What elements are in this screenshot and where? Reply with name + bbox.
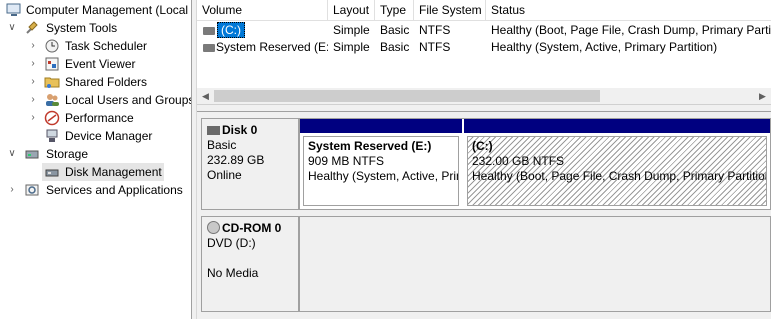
performance-icon: [44, 110, 60, 126]
services-icon: [24, 182, 40, 198]
tree-item-label: Local Users and Groups: [65, 93, 191, 107]
device-manager-icon: [44, 128, 60, 144]
cdrom-0-info[interactable]: CD-ROM 0 DVD (D:) No Media: [201, 216, 299, 312]
tree-item-computer-management[interactable]: Computer Management (Local: [0, 1, 191, 19]
scroll-left-icon[interactable]: ◀: [197, 88, 214, 104]
layout-cell: Simple: [333, 40, 370, 54]
volume-icon: [203, 27, 215, 35]
tools-icon: [24, 20, 40, 36]
column-header-status[interactable]: Status: [486, 0, 771, 21]
partition-bar: [464, 119, 770, 133]
tree-item-label: Device Manager: [65, 129, 153, 143]
disk-0-partitions: System Reserved (E:) 909 MB NTFS Healthy…: [299, 118, 771, 210]
clock-icon: [44, 38, 60, 54]
chevron-right-icon[interactable]: ›: [28, 55, 38, 73]
scroll-right-icon[interactable]: ▶: [754, 88, 771, 104]
partition-body: System Reserved (E:) 909 MB NTFS Healthy…: [303, 136, 459, 206]
partition-name: System Reserved (E:): [308, 139, 432, 153]
type-cell: Basic: [380, 40, 410, 54]
disk-state: Online: [207, 168, 242, 182]
tree-item-label: Task Scheduler: [65, 39, 148, 53]
tree-item-storage[interactable]: ∨ Storage: [0, 145, 191, 163]
cdrom-icon: [207, 221, 220, 234]
chevron-down-icon[interactable]: ∨: [7, 145, 17, 163]
volume-cell: (C:): [217, 22, 327, 39]
type-cell: Basic: [380, 23, 410, 37]
scrollbar-thumb[interactable]: [214, 90, 600, 102]
partition-c[interactable]: (C:) 232.00 GB NTFS Healthy (Boot, Page …: [464, 119, 770, 209]
users-icon: [44, 92, 60, 108]
disk-size: 232.89 GB: [207, 153, 265, 167]
tree-item-label: Computer Management (Local: [26, 3, 189, 17]
column-header-layout[interactable]: Layout: [328, 0, 375, 21]
column-header-file-system[interactable]: File System: [414, 0, 486, 21]
partition-bar: [300, 119, 462, 133]
file-system-cell: NTFS: [419, 40, 451, 54]
tree-item-label: Shared Folders: [65, 75, 148, 89]
tree-item-label: Storage: [46, 147, 89, 161]
hdd-icon: [207, 126, 220, 135]
column-header-volume[interactable]: Volume: [197, 0, 328, 21]
layout-cell: Simple: [333, 23, 370, 37]
tree-item-label: Event Viewer: [65, 57, 136, 71]
tree-item-performance[interactable]: › Performance: [0, 109, 191, 127]
storage-icon: [24, 146, 40, 162]
computer-management-icon: [6, 2, 22, 18]
partition-body: (C:) 232.00 GB NTFS Healthy (Boot, Page …: [467, 136, 767, 206]
disk-management-icon: [44, 164, 60, 180]
status-cell: Healthy (System, Active, Primary Partiti…: [491, 40, 718, 54]
disk-state: No Media: [207, 266, 259, 280]
disk-name: CD-ROM 0: [222, 221, 282, 235]
partition-status: Healthy (System, Active, Primary Partiti…: [308, 169, 458, 183]
partition-name: (C:): [472, 139, 493, 153]
status-cell: Healthy (Boot, Page File, Crash Dump, Pr…: [491, 23, 771, 37]
tree-item-event-viewer[interactable]: › Event Viewer: [0, 55, 191, 73]
partition-system-reserved[interactable]: System Reserved (E:) 909 MB NTFS Healthy…: [300, 119, 462, 209]
horizontal-splitter[interactable]: [197, 104, 771, 112]
event-viewer-icon: [44, 56, 60, 72]
tree-item-label: System Tools: [46, 21, 118, 35]
partition-status: Healthy (Boot, Page File, Crash Dump, Pr…: [472, 169, 767, 183]
tree-item-disk-management[interactable]: Disk Management: [0, 163, 191, 181]
tree-item-label: Performance: [65, 111, 134, 125]
tree-item-services-and-applications[interactable]: › Services and Applications: [0, 181, 191, 199]
file-system-cell: NTFS: [419, 23, 451, 37]
chevron-right-icon[interactable]: ›: [28, 91, 38, 109]
tree-item-label: Disk Management: [65, 165, 162, 179]
tree-item-system-tools[interactable]: ∨ System Tools: [0, 19, 191, 37]
disk-type: Basic: [207, 138, 237, 152]
table-row[interactable]: System Reserved (E:) Simple Basic NTFS H…: [197, 39, 771, 56]
navigation-tree: Computer Management (Local ∨ System Tool…: [0, 0, 191, 319]
disk-type: DVD (D:): [207, 236, 256, 250]
chevron-right-icon[interactable]: ›: [7, 181, 17, 199]
chevron-right-icon[interactable]: ›: [28, 37, 38, 55]
disk-0-info[interactable]: Disk 0 Basic 232.89 GB Online: [201, 118, 299, 210]
disk-graphical-view: Disk 0 Basic 232.89 GB Online System Res…: [197, 112, 771, 319]
chevron-right-icon[interactable]: ›: [28, 109, 38, 127]
tree-item-label: Services and Applications: [46, 183, 183, 197]
volume-name: System Reserved (E:): [216, 40, 328, 54]
disk-name: Disk 0: [222, 123, 258, 137]
partition-size: 909 MB NTFS: [308, 154, 385, 168]
volume-name: (C:): [217, 22, 245, 38]
tree-item-task-scheduler[interactable]: › Task Scheduler: [0, 37, 191, 55]
tree-item-device-manager[interactable]: Device Manager: [0, 127, 191, 145]
table-row[interactable]: (C:) Simple Basic NTFS Healthy (Boot, Pa…: [197, 22, 771, 39]
column-header-type[interactable]: Type: [375, 0, 414, 21]
shared-folders-icon: [44, 74, 60, 90]
horizontal-scrollbar[interactable]: ◀ ▶: [197, 88, 771, 104]
chevron-right-icon[interactable]: ›: [28, 73, 38, 91]
tree-item-local-users-and-groups[interactable]: › Local Users and Groups: [0, 91, 191, 109]
computer-management-window: Computer Management (Local ∨ System Tool…: [0, 0, 771, 319]
chevron-down-icon[interactable]: ∨: [7, 19, 17, 37]
cdrom-0-area[interactable]: [299, 216, 771, 312]
tree-item-shared-folders[interactable]: › Shared Folders: [0, 73, 191, 91]
volume-list-header: Volume Layout Type File System Status: [197, 0, 771, 21]
partition-size: 232.00 GB NTFS: [472, 154, 565, 168]
